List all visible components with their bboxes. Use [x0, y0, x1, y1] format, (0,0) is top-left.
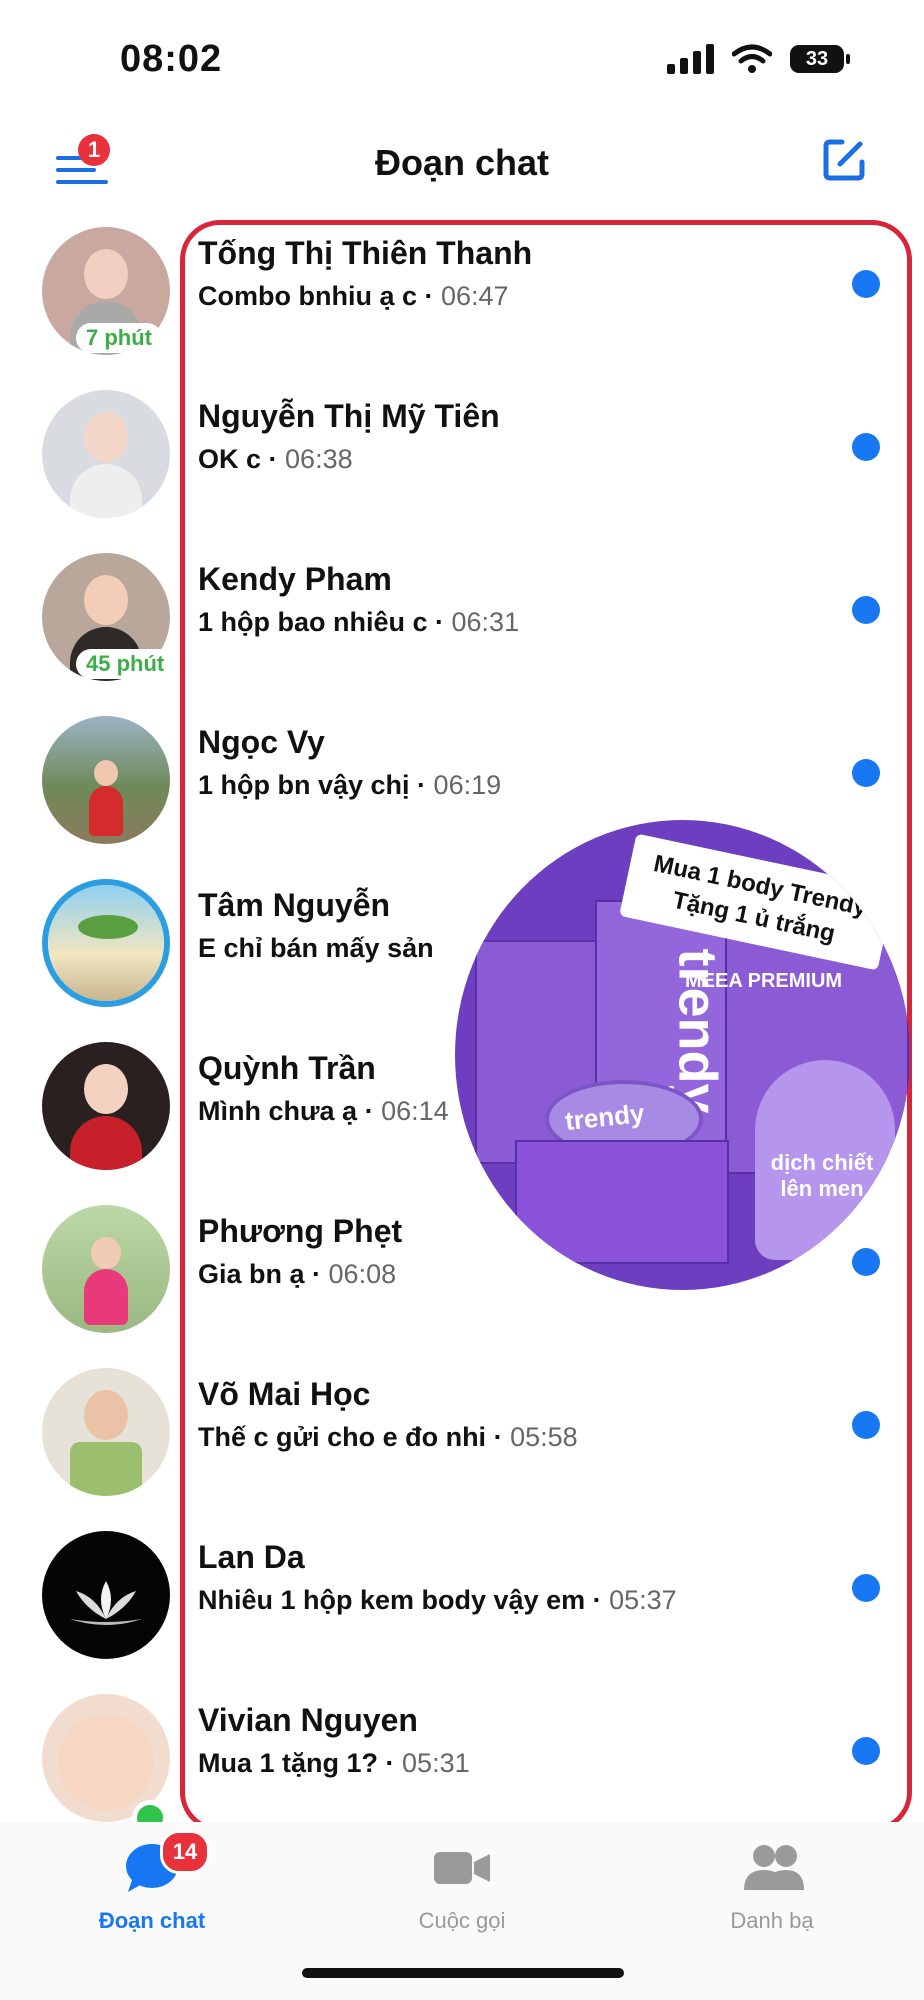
message-preview: E chỉ bán mấy sản	[198, 933, 434, 963]
chat-row[interactable]: Nguyễn Thị Mỹ Tiên OK c · 06:38	[0, 378, 924, 541]
message-time: 06:31	[451, 607, 520, 637]
tab-contacts[interactable]: Danh bạ	[652, 1842, 892, 1934]
avatar	[42, 1042, 170, 1170]
message-time: 05:31	[402, 1748, 470, 1778]
message-preview: 1 hộp bn vậy chị · 06:19	[198, 770, 502, 800]
message-preview: 1 hộp bao nhiêu c · 06:31	[198, 607, 520, 637]
message-time: 06:47	[441, 281, 509, 311]
unread-dot	[852, 433, 880, 461]
contact-name: Tâm Nguyễn	[198, 887, 391, 923]
tab-label: Đoạn chat	[98, 1908, 206, 1933]
app-header: 1 Đoạn chat	[0, 120, 924, 210]
chat-row[interactable]: 7 phút Tống Thị Thiên Thanh Combo bnhiu …	[0, 215, 924, 378]
unread-dot	[852, 759, 880, 787]
contact-name: Tống Thị Thiên Thanh	[198, 235, 533, 271]
tab-label: Danh bạ	[730, 1908, 814, 1933]
ad-product-text: dịch chiết lên men	[770, 1150, 874, 1201]
lotus-icon	[70, 1581, 142, 1625]
ad-maker: MEEA PREMIUM	[685, 970, 843, 992]
avatar	[42, 716, 170, 844]
contact-name: Vivian Nguyen	[198, 1702, 418, 1738]
contact-name: Lan Da	[198, 1539, 305, 1575]
message-time: 06:19	[433, 770, 502, 800]
contacts-icon	[744, 1845, 804, 1890]
status-bar: 08:02 33	[0, 0, 924, 120]
chat-row[interactable]: Võ Mai Học Thế c gửi cho e đo nhi · 05:5…	[0, 1356, 924, 1519]
message-preview: Gia bn ạ · 06:08	[198, 1259, 397, 1289]
tab-label: Cuộc gọi	[418, 1908, 506, 1933]
message-preview: Mua 1 tặng 1? · 05:31	[198, 1748, 470, 1778]
message-preview: Thế c gửi cho e đo nhi · 05:58	[198, 1422, 578, 1452]
active-time-badge: 7 phút	[76, 323, 162, 353]
avatar	[42, 1368, 170, 1496]
contact-name: Ngọc Vy	[198, 724, 325, 760]
home-indicator	[302, 1968, 624, 1978]
message-preview: Combo bnhiu ạ c · 06:47	[198, 281, 509, 311]
message-time: 06:38	[285, 444, 353, 474]
status-icons: 33	[667, 44, 850, 74]
unread-dot	[852, 1574, 880, 1602]
battery-icon: 33	[790, 45, 850, 73]
avatar	[42, 390, 170, 518]
chat-row[interactable]: 45 phút Kendy Pham 1 hộp bao nhiêu c · 0…	[0, 541, 924, 704]
chats-badge: 14	[160, 1830, 210, 1874]
contact-name: Quỳnh Trần	[198, 1050, 376, 1086]
unread-dot	[852, 1737, 880, 1765]
unread-dot	[852, 270, 880, 298]
message-time: 05:37	[609, 1585, 677, 1615]
message-preview: Mình chưa ạ · 06:14	[198, 1096, 449, 1126]
compose-icon[interactable]	[820, 136, 868, 184]
contact-name: Võ Mai Học	[198, 1376, 371, 1412]
message-time: 06:14	[381, 1096, 449, 1126]
chat-row[interactable]: Ngọc Vy 1 hộp bn vậy chị · 06:19	[0, 704, 924, 867]
message-time: 06:08	[328, 1259, 397, 1289]
message-time: 05:58	[510, 1422, 578, 1452]
video-call-icon	[434, 1852, 490, 1884]
contact-name: Nguyễn Thị Mỹ Tiên	[198, 398, 500, 434]
wifi-icon	[732, 44, 772, 73]
contact-name: Phương Phẹt	[198, 1213, 403, 1249]
unread-dot	[852, 596, 880, 624]
status-time: 08:02	[120, 38, 223, 80]
unread-dot	[852, 1411, 880, 1439]
avatar	[42, 879, 170, 1007]
message-preview: Nhiêu 1 hộp kem body vậy em · 05:37	[198, 1585, 677, 1615]
page-title: Đoạn chat	[374, 142, 550, 183]
avatar	[42, 1205, 170, 1333]
chat-row[interactable]: Vivian Nguyen Mua 1 tặng 1? · 05:31	[0, 1682, 924, 1845]
tab-calls[interactable]: Cuộc gọi	[342, 1842, 582, 1934]
active-time-badge: 45 phút	[76, 649, 175, 679]
chat-row[interactable]: Lan Da Nhiêu 1 hộp kem body vậy em · 05:…	[0, 1519, 924, 1682]
message-preview: OK c · 06:38	[198, 444, 353, 474]
avatar	[42, 1531, 170, 1659]
signal-icon	[667, 44, 714, 74]
tab-chats[interactable]: 14 Đoạn chat	[32, 1830, 272, 1934]
product-ad-image: trendy trendy dịch chiết lên men MEEA PR…	[455, 820, 910, 1290]
contact-name: Kendy Pham	[198, 561, 392, 597]
